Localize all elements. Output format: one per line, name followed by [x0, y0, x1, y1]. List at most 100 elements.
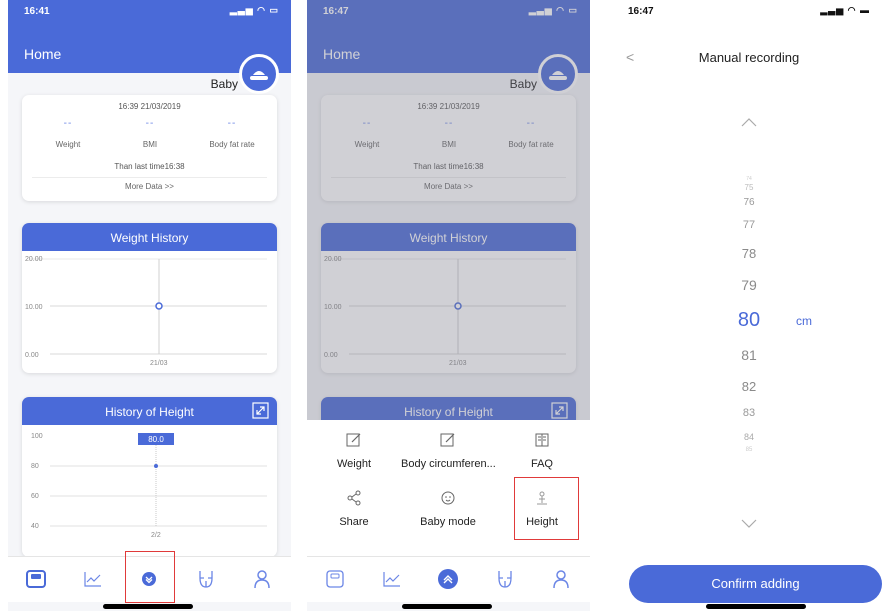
y-tick: 0.00 — [25, 352, 39, 359]
tab-profile[interactable] — [548, 566, 574, 592]
edit-icon — [440, 433, 455, 447]
scale-icon — [326, 570, 344, 588]
y-tick: 100 — [31, 433, 43, 440]
home-indicator — [402, 604, 492, 609]
metric-bmi: -- BMI — [110, 118, 190, 149]
tooltip-text: 80.0 — [148, 435, 164, 444]
page-title: Manual recording — [698, 50, 800, 65]
menu-label: Share — [339, 516, 369, 528]
picker-selected-value[interactable]: 80 — [616, 309, 882, 332]
picker-value[interactable]: 75 — [616, 183, 882, 192]
height-history-title: History of Height — [22, 397, 277, 425]
metric-weight: -- Weight — [28, 118, 108, 149]
more-data-link[interactable]: More Data >> — [22, 182, 277, 191]
picker-value[interactable]: 82 — [616, 379, 882, 394]
weight-history-title: Weight History — [22, 223, 277, 251]
chevron-up-circle-icon — [438, 569, 458, 589]
highlight-box — [125, 551, 175, 603]
y-tick: 40 — [31, 523, 39, 530]
compare-text: Than last time16:38 — [114, 162, 185, 171]
tab-add[interactable] — [435, 566, 461, 592]
weight-history-card[interactable]: Weight History 20.00 10.00 0.00 21/03 — [22, 223, 277, 373]
home-indicator — [103, 604, 193, 609]
home-indicator — [706, 604, 806, 609]
picker-value[interactable]: 76 — [616, 197, 882, 208]
metric-label: Weight — [55, 140, 81, 149]
tab-bar — [307, 556, 590, 602]
signal-wifi-battery-icon: ▂▃▅ ◠ ▬ — [820, 5, 870, 15]
x-tick: 21/03 — [150, 360, 168, 367]
metric-body-fat: -- Body fat rate — [192, 118, 272, 149]
measure-time: 16:39 21/03/2019 — [118, 102, 181, 111]
menu-label: Baby mode — [420, 516, 476, 528]
metric-label: Body fat rate — [209, 140, 255, 149]
picker-value[interactable]: 84 — [616, 432, 882, 442]
metric-label: BMI — [142, 140, 158, 149]
baby-face-icon — [441, 491, 455, 505]
picker-value[interactable]: 78 — [616, 246, 882, 261]
y-tick: 10.00 — [25, 304, 43, 311]
status-time: 16:41 — [24, 6, 50, 17]
y-tick: 80 — [31, 463, 39, 470]
tab-trend[interactable] — [80, 566, 106, 592]
y-tick: 60 — [31, 493, 39, 500]
tab-home[interactable] — [23, 566, 49, 592]
avatar[interactable] — [239, 54, 279, 94]
page-title: Home — [24, 46, 62, 62]
share-icon — [347, 490, 361, 506]
data-point[interactable] — [154, 464, 158, 468]
menu-item-share[interactable]: Share — [307, 488, 401, 528]
picker-value[interactable]: 77 — [616, 219, 882, 231]
data-point[interactable] — [155, 302, 163, 310]
tab-body[interactable] — [193, 566, 219, 592]
picker-value[interactable]: 81 — [616, 347, 882, 363]
menu-label: Weight — [336, 458, 372, 470]
menu-item-body-circumference[interactable]: Body circumferen... — [401, 430, 496, 470]
picker-value[interactable]: 85 — [616, 447, 882, 453]
menu-label: FAQ — [530, 458, 553, 470]
chevron-up-icon[interactable] — [740, 117, 758, 127]
person-icon — [553, 570, 569, 589]
highlight-box — [514, 477, 579, 540]
unit-label: cm — [796, 314, 812, 328]
expand-icon[interactable] — [252, 402, 269, 419]
trend-chart-icon — [383, 572, 400, 587]
trend-chart-icon — [84, 572, 101, 587]
status-bar: 16:41 ▂▃▅ ◠ ▭ — [8, 0, 291, 22]
menu-item-weight[interactable]: Weight — [307, 430, 401, 470]
tab-trend[interactable] — [379, 566, 405, 592]
height-history-card[interactable]: History of Height 80.0 100 80 60 40 2/2 — [22, 397, 277, 557]
metric-value: -- — [227, 118, 237, 129]
metric-value: -- — [63, 118, 73, 129]
tab-body[interactable] — [492, 566, 518, 592]
metric-value: -- — [145, 118, 155, 129]
confirm-adding-button[interactable]: Confirm adding — [629, 565, 882, 603]
phone-home-menu: 16:47 ▂▃▅ ◠ ▭ Home Baby 16:39 21/03/2019… — [307, 0, 590, 611]
book-icon — [535, 433, 549, 447]
phone-home: 16:41 ▂▃▅ ◠ ▭ Home Baby 16:39 21/03/2019… — [8, 0, 291, 611]
person-icon — [254, 570, 270, 589]
body-measure-icon — [199, 571, 213, 588]
picker-value[interactable]: 79 — [616, 277, 882, 293]
menu-item-faq[interactable]: FAQ — [495, 430, 589, 470]
scale-icon — [26, 570, 46, 588]
x-tick: 2/2 — [151, 532, 161, 539]
status-time: 16:47 — [628, 6, 654, 17]
picker-value[interactable]: 74 — [616, 176, 882, 182]
profile-name: Baby — [210, 77, 238, 91]
menu-item-baby-mode[interactable]: Baby mode — [401, 488, 495, 528]
tab-home[interactable] — [322, 566, 348, 592]
picker-value[interactable]: 83 — [616, 407, 882, 419]
phone-manual-recording: 16:47 ▂▃▅ ◠ ▬ < Manual recording 74 75 7… — [616, 0, 882, 611]
body-measure-icon — [498, 571, 512, 588]
status-bar: 16:47 ▂▃▅ ◠ ▬ — [616, 0, 882, 22]
divider — [32, 177, 267, 178]
weight-history-chart: 20.00 10.00 0.00 21/03 — [25, 256, 267, 367]
dim-overlay[interactable] — [307, 0, 590, 420]
summary-card: 16:39 21/03/2019 -- Weight -- BMI -- Bod… — [22, 95, 277, 201]
tab-profile[interactable] — [249, 566, 275, 592]
signal-wifi-battery-icon: ▂▃▅ ◠ ▭ — [229, 5, 279, 15]
chevron-down-icon[interactable] — [740, 519, 758, 529]
baby-avatar-icon — [250, 71, 268, 80]
y-tick: 20.00 — [25, 256, 43, 263]
